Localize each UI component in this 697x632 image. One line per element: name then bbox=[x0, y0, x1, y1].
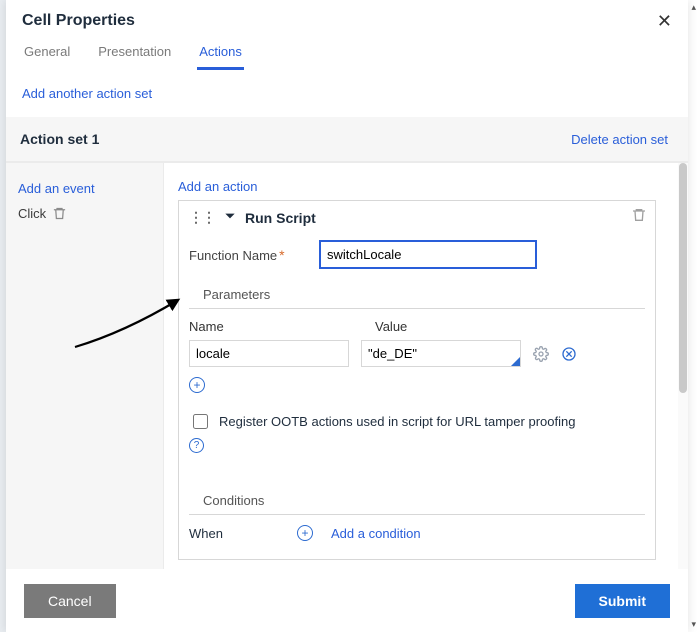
drag-handle-icon[interactable]: ⋮⋮ bbox=[189, 209, 215, 226]
page-scrollbar[interactable]: ▴ ▾ bbox=[688, 0, 697, 632]
dialog-tabs: General Presentation Actions bbox=[6, 36, 688, 70]
action-title: Run Script bbox=[245, 210, 316, 226]
param-value-input[interactable] bbox=[361, 340, 521, 367]
chevron-down-icon[interactable] bbox=[223, 209, 237, 226]
add-action-set-link[interactable]: Add another action set bbox=[6, 70, 688, 117]
tab-presentation[interactable]: Presentation bbox=[96, 36, 173, 70]
actions-scrollbar[interactable] bbox=[678, 163, 688, 569]
actions-panel: Add an action ⋮⋮ Run Script bbox=[164, 163, 688, 569]
action-run-script-card: ⋮⋮ Run Script Function Name* bbox=[178, 200, 656, 560]
register-ootb-label: Register OOTB actions used in script for… bbox=[219, 414, 575, 429]
divider bbox=[189, 308, 645, 309]
submit-button[interactable]: Submit bbox=[575, 584, 670, 618]
dialog-title: Cell Properties bbox=[22, 12, 135, 30]
parameters-heading: Parameters bbox=[203, 287, 645, 302]
dialog-footer: Cancel Submit bbox=[6, 569, 688, 632]
tab-actions[interactable]: Actions bbox=[197, 36, 244, 70]
when-label: When bbox=[189, 526, 279, 541]
add-param-icon[interactable]: + bbox=[189, 377, 205, 393]
scroll-down-caret[interactable]: ▾ bbox=[691, 619, 696, 630]
param-row bbox=[189, 340, 645, 367]
function-name-label: Function Name* bbox=[189, 247, 309, 263]
param-settings-icon[interactable] bbox=[533, 346, 549, 362]
param-header-value: Value bbox=[375, 319, 407, 334]
event-click-row[interactable]: Click bbox=[18, 206, 151, 221]
tab-general[interactable]: General bbox=[22, 36, 72, 70]
close-icon[interactable]: ✕ bbox=[657, 12, 672, 30]
cell-properties-dialog: Cell Properties ✕ General Presentation A… bbox=[6, 0, 688, 632]
add-condition-icon[interactable]: + bbox=[297, 525, 313, 541]
register-ootb-checkbox[interactable] bbox=[193, 414, 208, 429]
delete-action-icon[interactable] bbox=[631, 207, 647, 226]
events-sidebar: Add an event Click bbox=[6, 163, 164, 569]
scrollbar-thumb[interactable] bbox=[679, 163, 687, 393]
add-action-link[interactable]: Add an action bbox=[178, 179, 656, 194]
help-icon[interactable]: ? bbox=[189, 438, 204, 453]
required-asterisk-icon: * bbox=[279, 247, 284, 263]
conditions-heading: Conditions bbox=[203, 493, 645, 508]
add-condition-link[interactable]: Add a condition bbox=[331, 526, 421, 541]
delete-event-icon[interactable] bbox=[52, 206, 67, 221]
remove-param-icon[interactable] bbox=[561, 346, 577, 362]
event-click-label: Click bbox=[18, 206, 46, 221]
delete-action-set-link[interactable]: Delete action set bbox=[571, 132, 668, 147]
param-header-name: Name bbox=[189, 319, 357, 334]
add-event-link[interactable]: Add an event bbox=[18, 181, 151, 196]
action-set-title: Action set 1 bbox=[20, 131, 99, 147]
param-name-input[interactable] bbox=[189, 340, 349, 367]
divider bbox=[189, 514, 645, 515]
function-name-input[interactable] bbox=[319, 240, 537, 269]
cancel-button[interactable]: Cancel bbox=[24, 584, 116, 618]
action-set-header: Action set 1 Delete action set bbox=[6, 117, 688, 162]
scroll-up-caret[interactable]: ▴ bbox=[691, 2, 696, 13]
param-table-header: Name Value bbox=[189, 319, 645, 334]
